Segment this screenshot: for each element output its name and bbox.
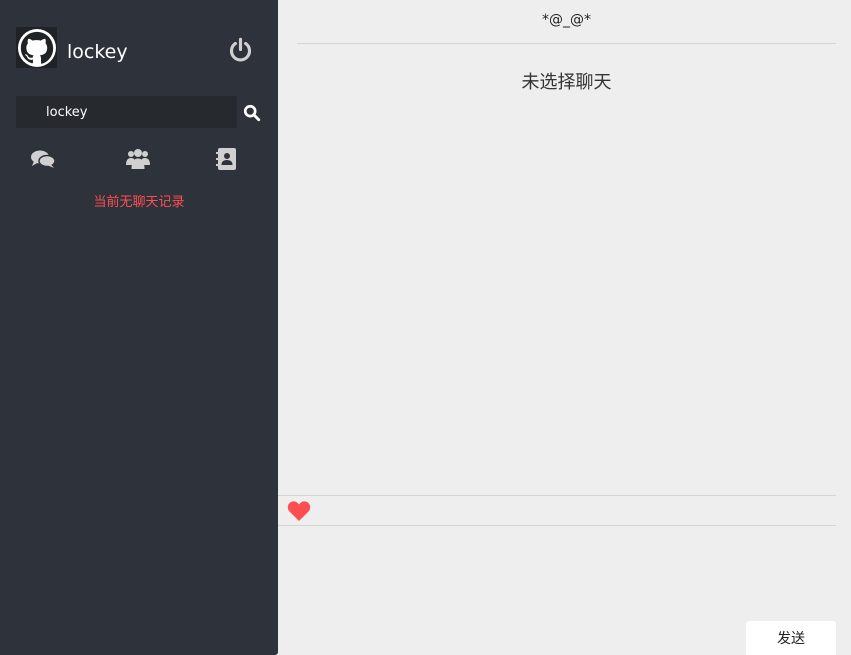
header-divider xyxy=(297,43,836,44)
username: lockey xyxy=(67,41,128,63)
tab-chats[interactable] xyxy=(29,145,57,173)
send-button[interactable]: 发送 xyxy=(746,621,836,655)
chat-bubbles-icon xyxy=(31,150,56,168)
users-group-icon xyxy=(126,149,150,169)
logout-button[interactable] xyxy=(227,36,254,64)
avatar[interactable] xyxy=(16,27,57,68)
chat-title: *@_@* xyxy=(542,12,591,28)
empty-chat-list-message: 当前无聊天记录 xyxy=(93,195,185,210)
github-icon xyxy=(17,28,56,67)
power-icon xyxy=(229,37,252,62)
search-icon xyxy=(243,104,261,122)
sidebar: lockey lockey 当前无聊天记录 xyxy=(0,0,278,655)
heart-icon xyxy=(287,501,311,521)
emoji-button[interactable] xyxy=(287,500,311,522)
search-button[interactable] xyxy=(242,104,262,122)
tab-contacts[interactable] xyxy=(213,145,241,173)
address-book-icon xyxy=(216,148,236,170)
chat-panel: *@_@* 未选择聊天 发送 xyxy=(278,0,851,655)
no-chat-selected-message: 未选择聊天 xyxy=(521,72,612,93)
tab-groups[interactable] xyxy=(124,145,152,173)
toolbar-divider-top xyxy=(278,495,836,496)
search-input[interactable] xyxy=(16,96,237,128)
message-input[interactable] xyxy=(278,526,836,618)
